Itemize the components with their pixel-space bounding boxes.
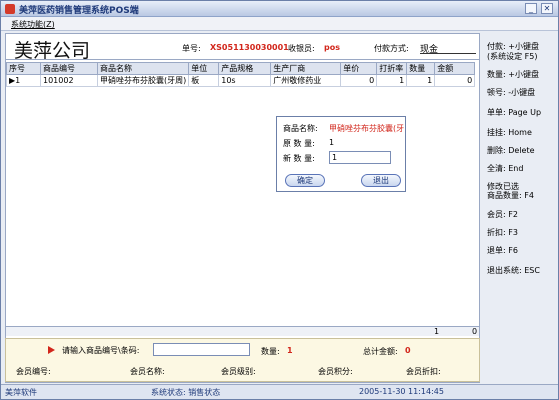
cell-code: 101002 xyxy=(40,74,98,87)
sales-panel: 美萍公司 单号: XS051130030001 收银员: pos 付款方式: 现… xyxy=(5,33,480,383)
shortcut-exit: 退出系统: ESC xyxy=(487,266,540,275)
shortcut-panel: 付款: +小键盘 (系统设定 F5) 数量: +小键盘 顿号: -小键盘 单单:… xyxy=(483,33,556,383)
shortcut-modify: 商品数量: F4 xyxy=(487,191,534,200)
cashier-value: pos xyxy=(324,43,340,52)
shortcut-member: 会员: F2 xyxy=(487,210,518,219)
shortcut-refund: 退单: F6 xyxy=(487,246,518,255)
company-name: 美萍公司 xyxy=(14,40,91,62)
arrow-right-icon xyxy=(48,346,55,354)
app-window: 美萍医药销售管理系统POS端 _ ✕ 系统功能(Z) 美萍公司 单号: XS05… xyxy=(0,0,559,400)
menu-system[interactable]: 系统功能(Z) xyxy=(11,19,55,30)
barcode-input[interactable] xyxy=(153,343,250,356)
member-no-label: 会员编号: xyxy=(16,367,51,376)
order-header: 美萍公司 单号: XS051130030001 收银员: pos 付款方式: 现… xyxy=(6,34,479,62)
shortcut-discount: 折扣: F3 xyxy=(487,228,518,237)
dialog-new-qty-label: 新 数 量: xyxy=(283,154,315,163)
qty-label: 数量: xyxy=(261,347,280,356)
dialog-orig-qty-value: 1 xyxy=(329,138,335,147)
dialog-name-label: 商品名称: xyxy=(283,124,318,133)
total-value: 0 xyxy=(405,346,411,355)
cell-price: 0 xyxy=(340,74,378,87)
table-row[interactable]: ▶1 101002 甲硝唑芬布芬胶囊(牙周) 板 10s 广州敬修药业 0 1 … xyxy=(6,74,476,87)
footer-amount: 0 xyxy=(472,327,478,336)
cell-spec: 10s xyxy=(218,74,272,87)
cashier-label: 收银员: xyxy=(288,44,315,53)
shortcut-pay-sub: (系统设定 F5) xyxy=(487,52,538,61)
cell-unit: 板 xyxy=(188,74,220,87)
item-grid: 序号 商品编号 商品名称 单位 产品规格 生产厂商 单价 打折率 数量 金额 ▶… xyxy=(6,62,476,87)
col-spec[interactable]: 产品规格 xyxy=(218,62,272,75)
window-title: 美萍医药销售管理系统POS端 xyxy=(19,6,139,16)
cell-index: ▶1 xyxy=(6,74,41,87)
new-qty-input[interactable]: 1 xyxy=(329,151,391,164)
col-index[interactable]: 序号 xyxy=(6,62,41,75)
order-no-value: XS051130030001 xyxy=(210,43,289,52)
dialog-orig-qty-label: 原 数 量: xyxy=(283,139,315,148)
status-company: 美萍软件 xyxy=(5,388,37,397)
menu-bar: 系统功能(Z) xyxy=(1,17,558,31)
grid-footer: 1 0 xyxy=(6,326,479,336)
minimize-icon[interactable]: _ xyxy=(525,3,537,14)
shortcut-del-num: 顿号: -小键盘 xyxy=(487,88,536,97)
input-area: 请输入商品编号\条码: 数量: 1 总计金额: 0 会员编号: 会员名称: 会员… xyxy=(5,338,480,382)
col-unit[interactable]: 单位 xyxy=(188,62,220,75)
cell-maker: 广州敬修药业 xyxy=(270,74,342,87)
col-price[interactable]: 单价 xyxy=(340,62,378,75)
grid-header-row: 序号 商品编号 商品名称 单位 产品规格 生产厂商 单价 打折率 数量 金额 xyxy=(6,62,476,75)
cell-discount: 1 xyxy=(376,74,408,87)
ok-button[interactable]: 确定 xyxy=(285,174,325,187)
member-level-label: 会员级别: xyxy=(221,367,256,376)
status-state: 系统状态: 销售状态 xyxy=(151,388,221,397)
col-amount[interactable]: 金额 xyxy=(434,62,476,75)
col-discount[interactable]: 打折率 xyxy=(376,62,408,75)
shortcut-pageup: 单单: Page Up xyxy=(487,108,542,117)
close-icon[interactable]: ✕ xyxy=(541,3,553,14)
shortcut-delete: 删除: Delete xyxy=(487,146,535,155)
modify-qty-dialog: 商品名称: 甲硝唑芬布芬胶囊(牙 原 数 量: 1 新 数 量: 1 确定 退出 xyxy=(276,116,406,192)
status-datetime: 2005-11-30 11:14:45 xyxy=(359,387,444,396)
code-prompt: 请输入商品编号\条码: xyxy=(62,346,140,355)
member-points-label: 会员积分: xyxy=(318,367,353,376)
col-code[interactable]: 商品编号 xyxy=(40,62,98,75)
cell-qty: 1 xyxy=(406,74,436,87)
cell-amount: 0 xyxy=(434,74,476,87)
col-qty[interactable]: 数量 xyxy=(406,62,436,75)
shortcut-suspend: 挂挂: Home xyxy=(487,128,532,137)
shortcut-clear: 全清: End xyxy=(487,164,524,173)
cell-name: 甲硝唑芬布芬胶囊(牙周) xyxy=(96,74,190,87)
title-bar: 美萍医药销售管理系统POS端 _ ✕ xyxy=(1,1,558,17)
pay-method-label: 付款方式: xyxy=(374,44,409,53)
pay-method-underline xyxy=(420,53,476,54)
col-maker[interactable]: 生产厂商 xyxy=(270,62,342,75)
cell-index-text: 1 xyxy=(15,76,21,85)
status-bar: 美萍软件 系统状态: 销售状态 2005-11-30 11:14:45 xyxy=(1,384,558,399)
footer-qty: 1 xyxy=(434,327,440,336)
member-discount-label: 会员折扣: xyxy=(406,367,441,376)
exit-button[interactable]: 退出 xyxy=(361,174,401,187)
order-no-label: 单号: xyxy=(182,44,201,53)
member-name-label: 会员名称: xyxy=(130,367,165,376)
qty-value: 1 xyxy=(287,346,293,355)
app-icon xyxy=(5,4,15,14)
dialog-name-value: 甲硝唑芬布芬胶囊(牙 xyxy=(329,124,405,133)
col-name[interactable]: 商品名称 xyxy=(96,62,190,75)
total-label: 总计金额: xyxy=(363,347,398,356)
shortcut-qty: 数量: +小键盘 xyxy=(487,70,539,79)
